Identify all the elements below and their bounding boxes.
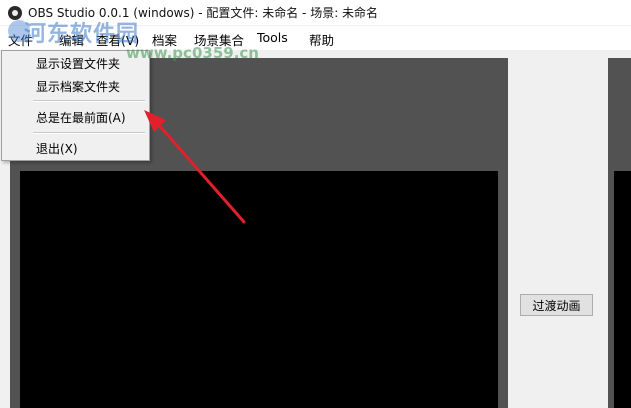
annotation-arrow-icon (144, 110, 246, 224)
